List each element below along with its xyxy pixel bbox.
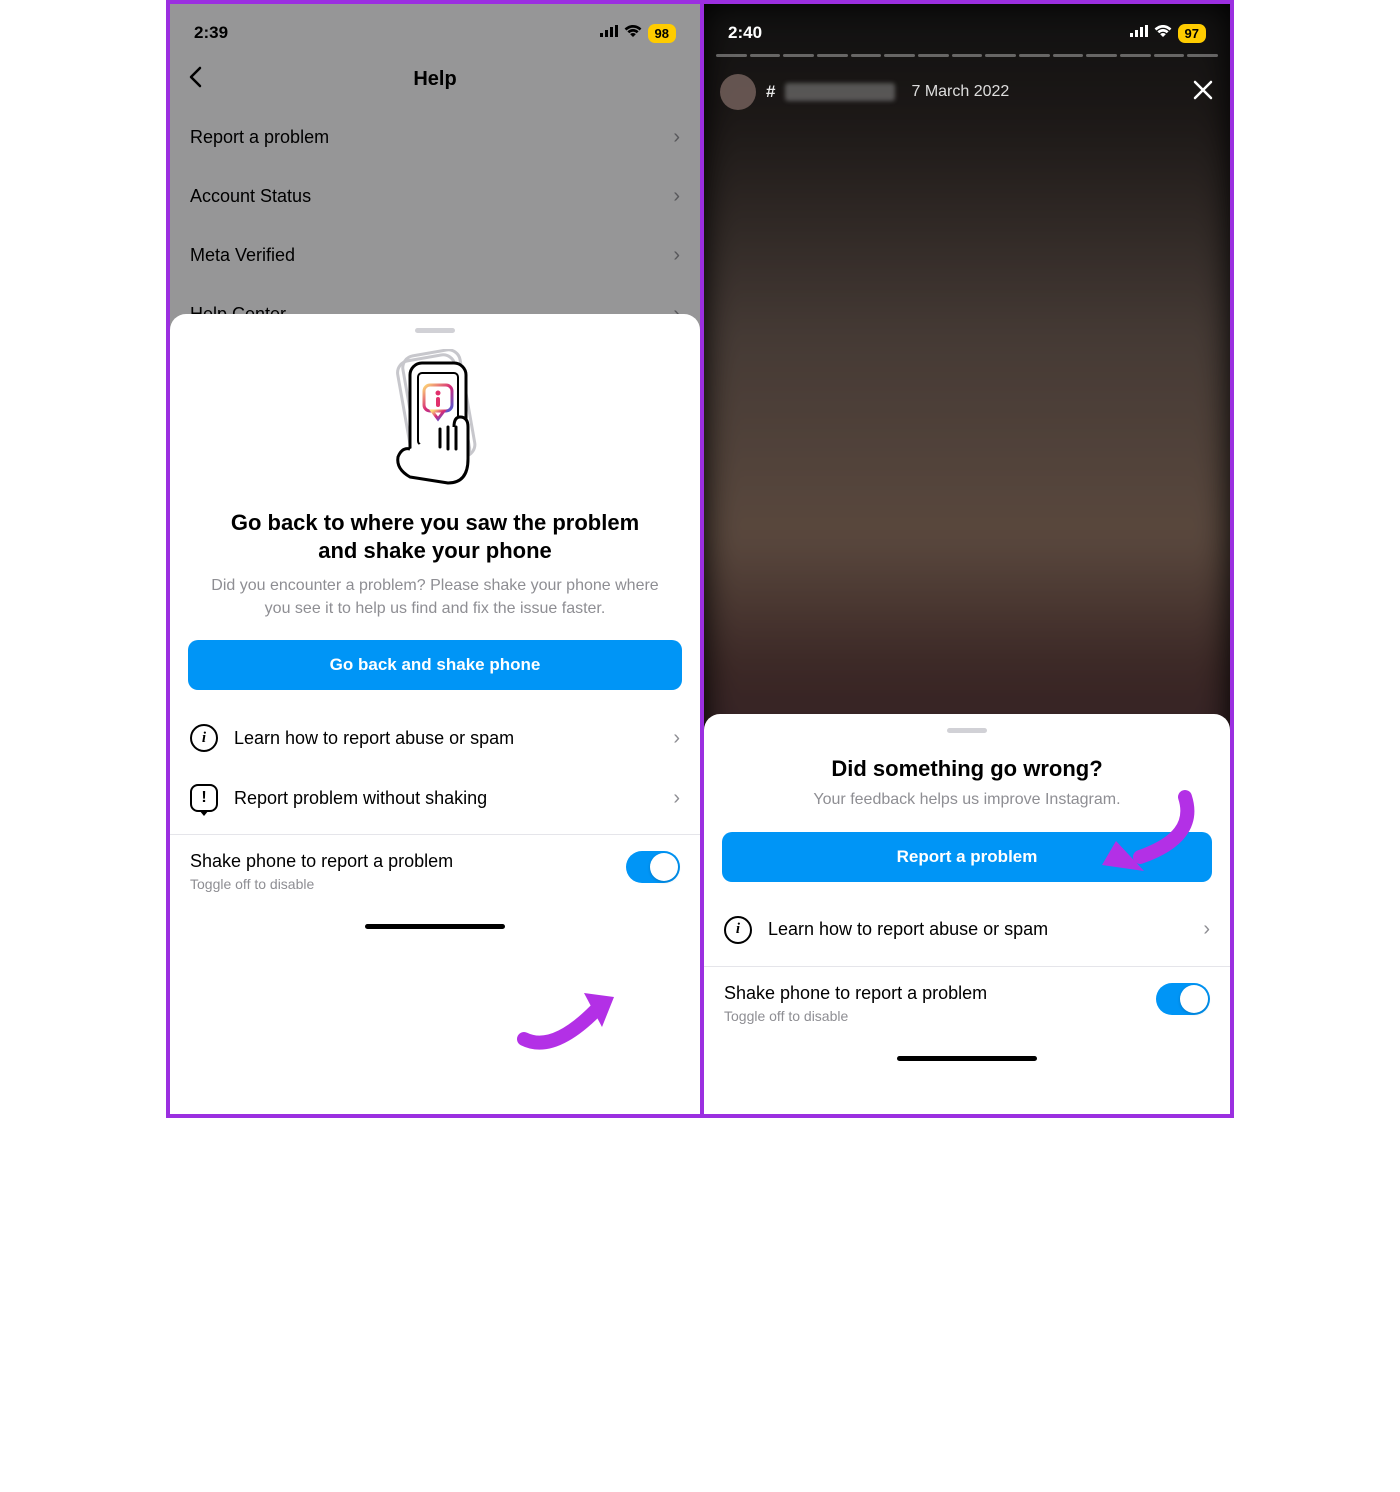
status-time: 2:39 — [194, 23, 228, 43]
status-bar: 2:40 97 — [704, 4, 1230, 54]
shake-toggle-sub: Toggle off to disable — [190, 876, 453, 892]
shake-phone-illustration-icon — [170, 349, 700, 489]
close-icon[interactable] — [1192, 76, 1214, 108]
report-problem-sheet: Did something go wrong? Your feedback he… — [704, 714, 1230, 1114]
shake-toggle-sub: Toggle off to disable — [724, 1008, 987, 1024]
chevron-right-icon: › — [673, 727, 680, 750]
shake-report-toggle[interactable] — [626, 851, 680, 883]
sheet-title: Go back to where you saw the problem and… — [170, 509, 700, 565]
info-icon: i — [724, 916, 752, 944]
story-header: # 7 March 2022 — [704, 66, 1230, 118]
report-problem-sheet: Go back to where you saw the problem and… — [170, 314, 700, 1114]
option-label: Report problem without shaking — [234, 788, 487, 809]
wifi-icon — [1154, 24, 1172, 42]
report-without-shaking-row[interactable]: ! Report problem without shaking › — [170, 768, 700, 828]
username-redacted — [785, 83, 895, 101]
report-icon: ! — [190, 784, 218, 812]
home-indicator[interactable] — [897, 1056, 1037, 1061]
sheet-drag-handle[interactable] — [947, 728, 987, 733]
option-label: Learn how to report abuse or spam — [768, 919, 1048, 940]
story-progress-bar — [716, 54, 1218, 57]
info-icon: i — [190, 724, 218, 752]
sheet-subtitle: Did you encounter a problem? Please shak… — [170, 565, 700, 620]
status-time: 2:40 — [728, 23, 762, 43]
story-date: 7 March 2022 — [911, 83, 1009, 101]
shake-report-toggle[interactable] — [1156, 983, 1210, 1015]
home-indicator[interactable] — [365, 924, 505, 929]
shake-toggle-title: Shake phone to report a problem — [724, 983, 987, 1004]
avatar[interactable] — [720, 74, 756, 110]
report-problem-button[interactable]: Report a problem — [722, 832, 1212, 882]
go-back-shake-button[interactable]: Go back and shake phone — [188, 640, 682, 690]
learn-report-abuse-row[interactable]: i Learn how to report abuse or spam › — [170, 708, 700, 768]
sheet-drag-handle[interactable] — [415, 328, 455, 333]
cellular-signal-icon — [1130, 24, 1148, 42]
wifi-icon — [624, 24, 642, 42]
cellular-signal-icon — [600, 24, 618, 42]
learn-report-abuse-row[interactable]: i Learn how to report abuse or spam › — [704, 900, 1230, 960]
sheet-title: Did something go wrong? — [704, 749, 1230, 783]
sheet-subtitle: Your feedback helps us improve Instagram… — [704, 783, 1230, 811]
chevron-right-icon: › — [1203, 918, 1210, 941]
status-bar: 2:39 98 — [170, 4, 700, 54]
story-hash: # — [766, 82, 775, 102]
battery-level: 98 — [648, 24, 676, 43]
option-label: Learn how to report abuse or spam — [234, 728, 514, 749]
chevron-right-icon: › — [673, 787, 680, 810]
shake-toggle-title: Shake phone to report a problem — [190, 851, 453, 872]
battery-level: 97 — [1178, 24, 1206, 43]
